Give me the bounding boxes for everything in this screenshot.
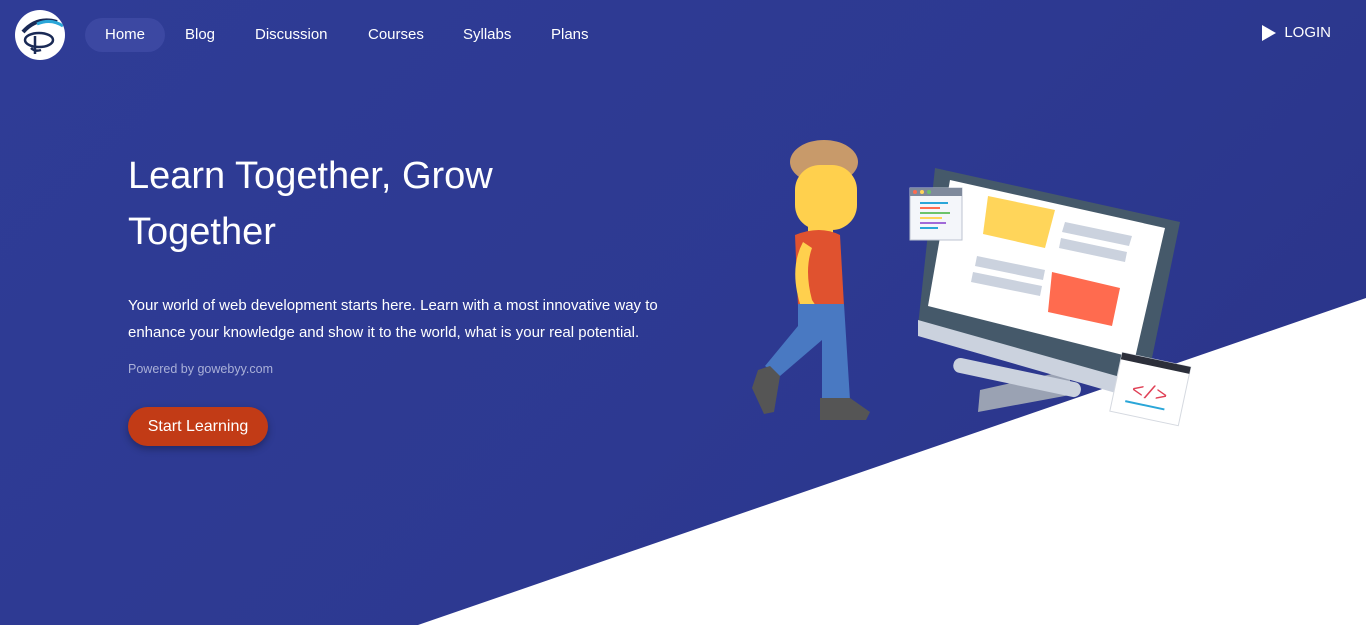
- nav-item-courses[interactable]: Courses: [348, 18, 444, 52]
- login-label: LOGIN: [1284, 24, 1331, 41]
- hero-description: Your world of web development starts her…: [128, 297, 658, 341]
- nav-item-home[interactable]: Home: [85, 18, 166, 52]
- code-window-icon: [909, 187, 963, 241]
- hero-title: Learn Together, Grow Together: [128, 155, 493, 253]
- nav-item-plans[interactable]: Plans: [531, 18, 609, 52]
- nav-item-blog[interactable]: Blog: [165, 18, 235, 52]
- top-navbar: Home Blog Discussion Courses Syllabs Pla…: [0, 0, 1366, 70]
- hero-illustration: </>: [752, 140, 1192, 427]
- nav-item-syllabs[interactable]: Syllabs: [443, 18, 531, 52]
- play-icon: [1262, 24, 1277, 41]
- code-tag-window-icon: </>: [1109, 351, 1192, 427]
- start-learning-button[interactable]: Start Learning: [128, 407, 268, 446]
- walking-person-icon: [752, 140, 870, 420]
- login-button[interactable]: LOGIN: [1262, 24, 1331, 41]
- powered-by-text: Powered by gowebyy.com: [128, 362, 273, 376]
- brand-logo-icon[interactable]: [15, 10, 65, 60]
- nav-item-discussion[interactable]: Discussion: [235, 18, 348, 52]
